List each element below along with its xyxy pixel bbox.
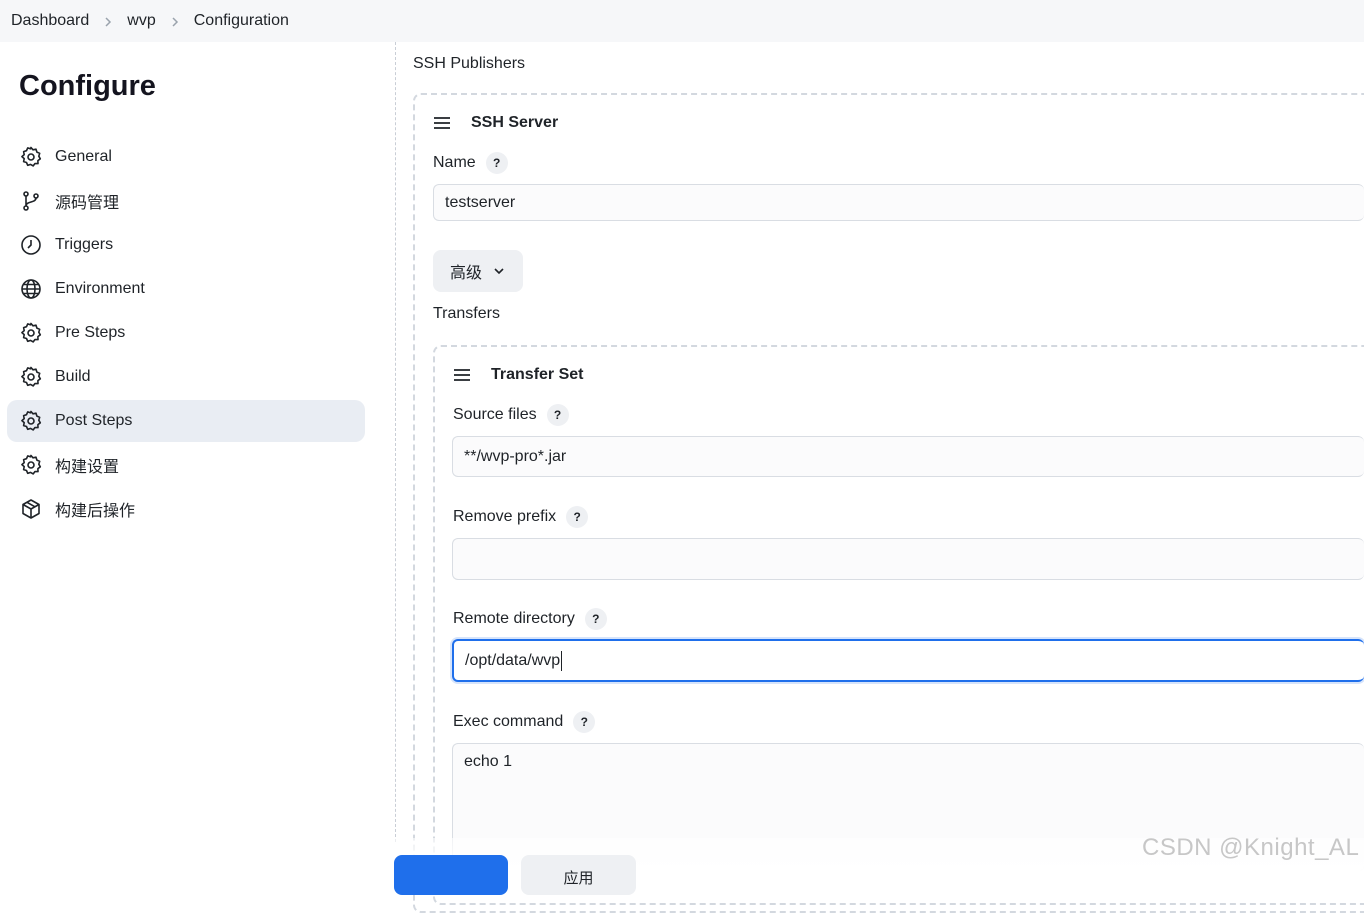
remote-directory-value: /opt/data/wvp xyxy=(465,651,561,669)
name-label-row: Name ? xyxy=(433,152,508,174)
save-button[interactable] xyxy=(394,855,508,895)
apply-label: 应用 xyxy=(563,870,594,887)
source-files-value: **/wvp-pro*.jar xyxy=(464,447,567,465)
transfers-text: Transfers xyxy=(433,305,500,322)
remote-directory-label: Remote directory xyxy=(453,610,575,627)
help-icon[interactable]: ? xyxy=(546,404,569,426)
section-title: SSH Publishers xyxy=(413,55,526,72)
remote-directory-label-row: Remote directory ? xyxy=(453,608,607,630)
advanced-label: 高级 xyxy=(449,265,482,282)
exec-command-value: echo 1 xyxy=(464,753,513,770)
gear-icon xyxy=(19,453,43,477)
advanced-button[interactable]: 高级 xyxy=(433,250,523,292)
branch-icon xyxy=(19,189,43,213)
transfer-set-title: Transfer Set xyxy=(491,366,584,383)
sidebar-item-environment[interactable]: Environment xyxy=(7,268,365,310)
sidebar-item-pre-steps[interactable]: Pre Steps xyxy=(7,312,365,354)
drag-handle-icon[interactable] xyxy=(433,116,451,130)
clock-icon xyxy=(19,233,43,257)
page-title: Configure xyxy=(19,70,156,102)
gear-icon xyxy=(19,409,43,433)
ssh-server-header: SSH Server xyxy=(433,114,558,132)
source-files-field[interactable]: **/wvp-pro*.jar xyxy=(452,436,1364,477)
sidebar: Configure General 源码管理 Triggers Environm… xyxy=(0,42,380,872)
name-field-value: testserver xyxy=(445,193,516,211)
watermark: CSDN @Knight_AL xyxy=(1142,834,1360,861)
name-label: Name xyxy=(433,154,476,171)
transfer-set-header: Transfer Set xyxy=(453,366,583,384)
main-content: SSH Publishers SSH Server Name ? testser… xyxy=(395,42,1364,913)
remove-prefix-label-row: Remove prefix ? xyxy=(453,506,589,528)
chevron-right-icon xyxy=(89,13,127,29)
apply-button[interactable]: 应用 xyxy=(521,855,636,895)
chevron-right-icon xyxy=(156,13,194,29)
package-icon xyxy=(19,497,43,521)
name-field[interactable]: testserver xyxy=(433,184,1364,221)
sidebar-item-label: General xyxy=(55,148,112,165)
divider xyxy=(395,42,396,842)
sidebar-item-label: Triggers xyxy=(55,236,114,253)
sidebar-item-label: 源码管理 xyxy=(55,195,120,212)
source-files-label: Source files xyxy=(453,406,537,423)
breadcrumb-configuration[interactable]: Configuration xyxy=(194,12,289,30)
globe-icon xyxy=(19,277,43,301)
sidebar-item-build[interactable]: Build xyxy=(7,356,365,398)
remove-prefix-label: Remove prefix xyxy=(453,508,557,525)
exec-command-label: Exec command xyxy=(453,713,564,730)
transfers-label: Transfers xyxy=(433,305,500,323)
drag-handle-icon[interactable] xyxy=(453,368,471,382)
chevron-down-icon xyxy=(494,268,504,275)
text-caret xyxy=(561,650,563,671)
remote-directory-field[interactable]: /opt/data/wvp xyxy=(452,639,1364,682)
remove-prefix-field[interactable] xyxy=(452,538,1364,580)
sidebar-item-post-build-actions[interactable]: 构建后操作 xyxy=(7,488,365,530)
sidebar-item-label: Build xyxy=(55,368,91,385)
sidebar-nav: General 源码管理 Triggers Environment Pre St… xyxy=(7,136,365,532)
sidebar-item-label: Post Steps xyxy=(55,412,133,429)
breadcrumb: Dashboard wvp Configuration xyxy=(0,0,1364,42)
sidebar-item-label: 构建设置 xyxy=(55,459,120,476)
help-icon[interactable]: ? xyxy=(584,608,607,630)
help-icon[interactable]: ? xyxy=(566,506,589,528)
ssh-server-title: SSH Server xyxy=(471,114,559,131)
gear-icon xyxy=(19,321,43,345)
help-icon[interactable]: ? xyxy=(485,152,508,174)
gear-icon xyxy=(19,365,43,389)
breadcrumb-dashboard[interactable]: Dashboard xyxy=(11,12,89,30)
source-files-label-row: Source files ? xyxy=(453,404,569,426)
sidebar-item-post-steps[interactable]: Post Steps xyxy=(7,400,365,442)
sidebar-item-source-control[interactable]: 源码管理 xyxy=(7,180,365,222)
sidebar-item-triggers[interactable]: Triggers xyxy=(7,224,365,266)
exec-command-label-row: Exec command ? xyxy=(453,711,596,733)
sidebar-item-general[interactable]: General xyxy=(7,136,365,178)
breadcrumb-wvp[interactable]: wvp xyxy=(127,12,155,30)
sidebar-item-label: 构建后操作 xyxy=(55,503,136,520)
help-icon[interactable]: ? xyxy=(573,711,596,733)
gear-icon xyxy=(19,145,43,169)
sidebar-item-label: Environment xyxy=(55,280,145,297)
sidebar-item-label: Pre Steps xyxy=(55,324,126,341)
sidebar-item-build-settings[interactable]: 构建设置 xyxy=(7,444,365,486)
